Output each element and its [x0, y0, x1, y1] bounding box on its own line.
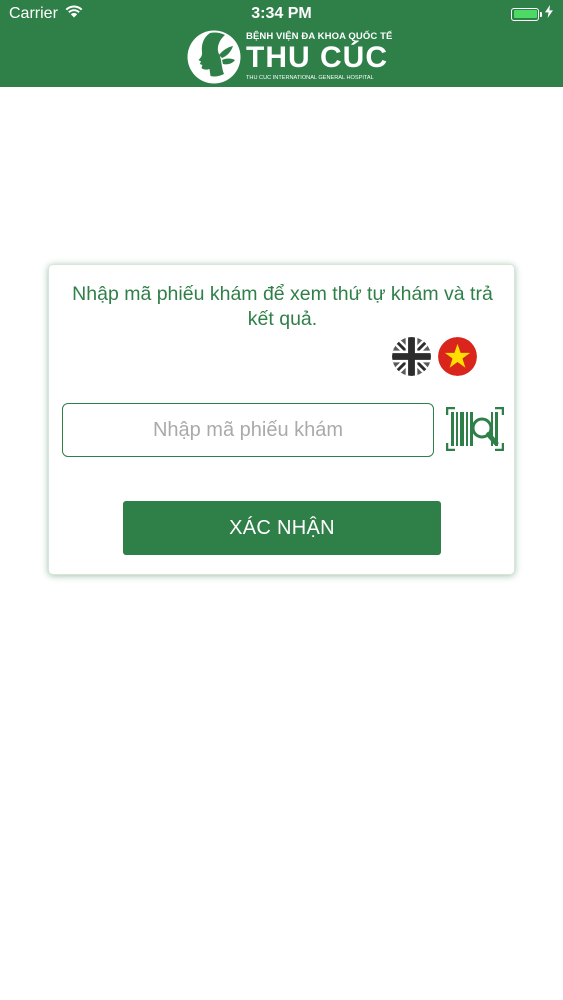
status-right	[511, 5, 553, 23]
confirm-button[interactable]: XÁC NHẬN	[123, 501, 441, 555]
barcode-scan-icon[interactable]	[445, 406, 505, 452]
exam-code-input[interactable]	[62, 403, 434, 457]
charging-bolt-icon	[545, 5, 553, 23]
logo-sub-text: THU CUC INTERNATIONAL GENERAL HOSPITAL	[246, 75, 374, 81]
instruction-text: Nhập mã phiếu khám để xem thứ tự khám và…	[72, 283, 493, 330]
battery-icon	[511, 7, 542, 21]
status-bar: Carrier 3:34 PM	[0, 0, 563, 30]
hospital-logo-icon	[186, 29, 242, 85]
battery-tip	[540, 11, 542, 17]
logo-main-text: THU CÚC	[246, 41, 388, 74]
lookup-card: Nhập mã phiếu khám để xem thứ tự khám và…	[48, 264, 515, 575]
battery-fill	[513, 10, 537, 18]
uk-flag-icon[interactable]	[392, 337, 431, 376]
vietnam-flag-icon[interactable]	[438, 337, 477, 376]
hospital-logo: BỆNH VIỆN ĐA KHOA QUỐC TẾ THU CÚC THU CU…	[186, 29, 392, 85]
status-time: 3:34 PM	[251, 5, 312, 22]
app-header: Carrier 3:34 PM BỆNH VIỆN ĐA KHOA QUỐC T…	[0, 0, 563, 87]
